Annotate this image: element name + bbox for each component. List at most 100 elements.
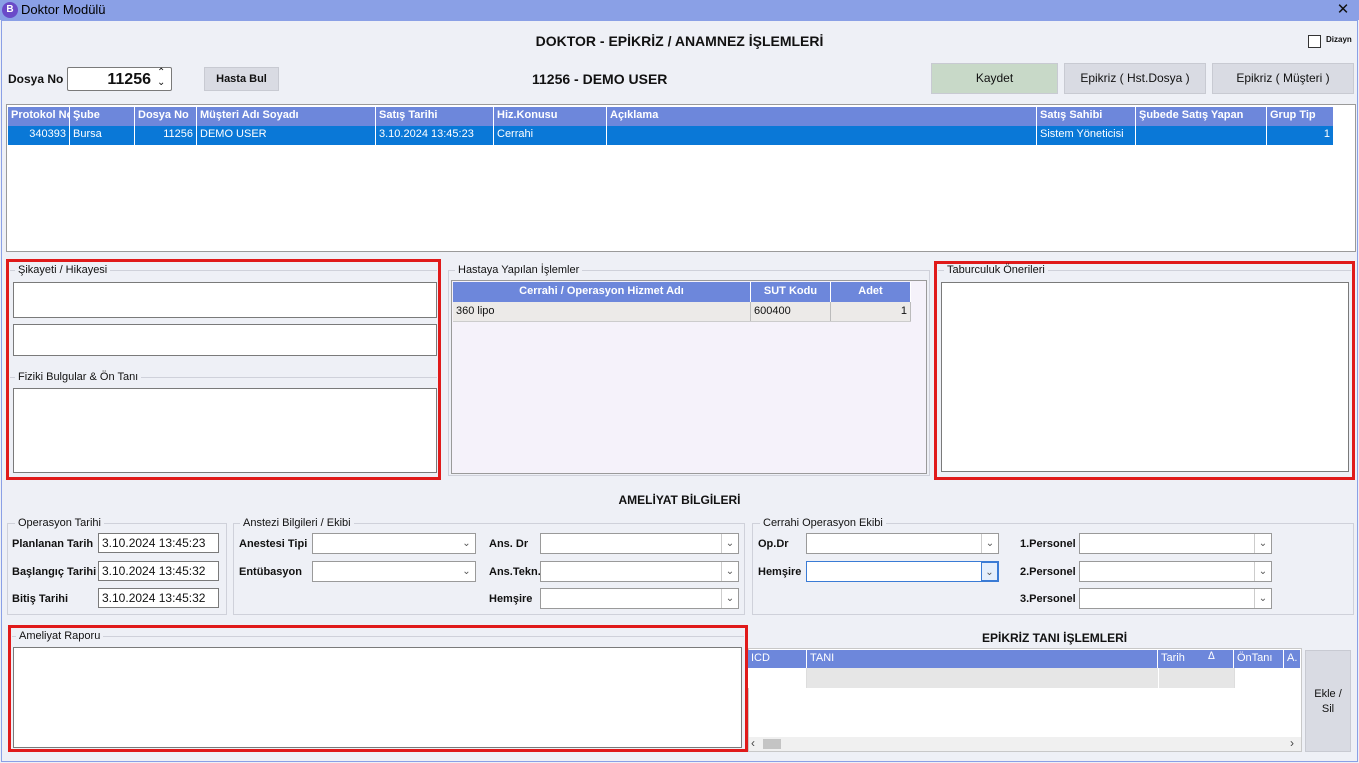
baslangic-input[interactable]: 3.10.2024 13:45:32	[98, 561, 219, 581]
table-row[interactable]: 340393 Bursa 11256 DEMO USER 3.10.2024 1…	[8, 126, 1334, 145]
col-protokol[interactable]: Protokol No	[8, 107, 70, 126]
cerrahi-ekip-title: Cerrahi Operasyon Ekibi	[760, 517, 886, 529]
sikayet-textbox-1[interactable]	[13, 282, 437, 318]
cell-dosya: 11256	[135, 126, 197, 145]
col-adet[interactable]: Adet	[831, 282, 911, 302]
col-hizmet-adi[interactable]: Cerrahi / Operasyon Hizmet Adı	[453, 282, 751, 302]
fiziki-title: Fiziki Bulgular & Ön Tanı	[15, 371, 142, 383]
chevron-down-icon: ⌄	[462, 566, 471, 577]
scroll-right-icon[interactable]: ›	[1290, 736, 1294, 750]
table-row[interactable]: 360 lipo 600400 1	[453, 302, 911, 322]
col-subede-satis[interactable]: Şubede Satış Yapan	[1136, 107, 1267, 126]
bitis-input[interactable]: 3.10.2024 13:45:32	[98, 588, 219, 608]
col-hiz-konusu[interactable]: Hiz.Konusu	[494, 107, 607, 126]
chevron-down-icon: ⌄	[721, 562, 738, 581]
op-tarihi-title: Operasyon Tarihi	[15, 517, 104, 529]
col-aciklama[interactable]: Açıklama	[607, 107, 1037, 126]
opdr-select[interactable]: ⌄	[806, 533, 999, 554]
chevron-down-icon: ⌄	[1254, 534, 1271, 553]
cerrahi-hemsire-label: Hemşire	[758, 566, 802, 578]
window-title: Doktor Modülü	[21, 2, 106, 17]
cell-aciklama	[607, 126, 1037, 145]
col-grup-tip[interactable]: Grup Tip	[1267, 107, 1334, 126]
scroll-left-icon[interactable]: ‹	[751, 736, 755, 750]
cell-musteri: DEMO USER	[197, 126, 376, 145]
chevron-down-icon: ⌄	[462, 538, 471, 549]
col-dosya[interactable]: Dosya No	[135, 107, 197, 126]
kaydet-button[interactable]: Kaydet	[931, 63, 1058, 94]
chevron-down-icon: ⌄	[1254, 589, 1271, 608]
dosya-no-label: Dosya No	[8, 72, 64, 86]
horizontal-scrollbar[interactable]	[749, 737, 1301, 751]
col-musteri[interactable]: Müşteri Adı Soyadı	[197, 107, 376, 126]
taburculuk-textbox[interactable]	[941, 282, 1349, 472]
cell-tani	[807, 668, 1158, 688]
ameliyat-title: AMELİYAT BİLGİLERİ	[618, 493, 741, 507]
chevron-down-icon: ⌄	[981, 534, 998, 553]
dizayn-label: Dizayn	[1326, 35, 1352, 44]
cerrahi-hemsire-select[interactable]: ⌄	[806, 561, 999, 582]
rapor-title: Ameliyat Raporu	[16, 630, 104, 642]
anestezi-tipi-select[interactable]: ⌄	[312, 533, 476, 554]
ans-hemsire-label: Hemşire	[489, 593, 533, 605]
col-tani[interactable]: TANI	[807, 650, 1158, 668]
title-bar	[0, 0, 1359, 20]
col-icd[interactable]: ICD	[748, 650, 807, 668]
ans-tekn-label: Ans.Tekn.	[489, 566, 541, 578]
personel1-select[interactable]: ⌄	[1079, 533, 1272, 554]
anestezi-tipi-label: Anestesi Tipi	[239, 538, 308, 550]
opdr-label: Op.Dr	[758, 538, 789, 550]
col-sut-kodu[interactable]: SUT Kodu	[751, 282, 831, 302]
col-ontani[interactable]: ÖnTanı	[1234, 650, 1284, 668]
epikriz-musteri-button[interactable]: Epikriz ( Müşteri )	[1212, 63, 1354, 94]
personel3-select[interactable]: ⌄	[1079, 588, 1272, 609]
epikriz-hst-dosya-button[interactable]: Epikriz ( Hst.Dosya )	[1064, 63, 1206, 94]
tani-title: EPİKRİZ TANI İŞLEMLERİ	[982, 631, 1128, 645]
cell-tarih	[1158, 668, 1234, 688]
cell-grup-tip: 1	[1267, 126, 1334, 145]
col-satis-tarihi[interactable]: Satış Tarihi	[376, 107, 494, 126]
scroll-thumb[interactable]	[763, 739, 781, 749]
personel1-label: 1.Personel	[1020, 538, 1076, 550]
ekle-sil-button[interactable]: Ekle / Sil	[1305, 650, 1351, 752]
dizayn-checkbox[interactable]	[1308, 35, 1321, 48]
ans-hemsire-select[interactable]: ⌄	[540, 588, 739, 609]
cell-adet: 1	[831, 302, 911, 321]
cell-sube: Bursa	[70, 126, 135, 145]
planlanan-label: Planlanan Tarih	[12, 538, 94, 550]
app-icon: B	[2, 2, 18, 18]
rapor-textbox[interactable]	[13, 647, 742, 748]
entubasyon-select[interactable]: ⌄	[312, 561, 476, 582]
hasta-bul-button[interactable]: Hasta Bul	[204, 67, 279, 91]
col-sube[interactable]: Şube	[70, 107, 135, 126]
planlanan-input[interactable]: 3.10.2024 13:45:23	[98, 533, 219, 553]
col-satis-sahibi[interactable]: Satış Sahibi	[1037, 107, 1136, 126]
taburculuk-title: Taburculuk Önerileri	[944, 264, 1048, 276]
divider	[12, 636, 744, 637]
spinner-icon[interactable]: ⌃ ⌄	[157, 68, 165, 88]
cell-hiz-konusu: Cerrahi	[494, 126, 607, 145]
cell-ontani	[1234, 668, 1284, 688]
page-title: DOKTOR - EPİKRİZ / ANAMNEZ İŞLEMLERİ	[535, 33, 824, 49]
ans-tekn-select[interactable]: ⌄	[540, 561, 739, 582]
chevron-down-icon: ⌄	[981, 562, 998, 581]
anestezi-title: Anstezi Bilgileri / Ekibi	[240, 517, 354, 529]
col-a[interactable]: A.	[1284, 650, 1301, 668]
bitis-label: Bitiş Tarihi	[12, 593, 69, 605]
table-row[interactable]	[748, 668, 1284, 688]
fiziki-textbox[interactable]	[13, 388, 437, 473]
chevron-down-icon: ⌄	[721, 589, 738, 608]
cell-hizmet: 360 lipo	[453, 302, 751, 321]
personel2-select[interactable]: ⌄	[1079, 561, 1272, 582]
cell-satis-sahibi: Sistem Yöneticisi	[1037, 126, 1136, 145]
chevron-down-icon: ⌄	[721, 534, 738, 553]
sikayet-title: Şikayeti / Hikayesi	[15, 264, 111, 276]
sikayet-textbox-2[interactable]	[13, 324, 437, 356]
close-icon[interactable]: ✕	[1328, 0, 1358, 20]
cell-icd	[748, 668, 807, 688]
ans-dr-select[interactable]: ⌄	[540, 533, 739, 554]
col-tarih[interactable]: Tarih	[1158, 650, 1234, 668]
ans-dr-label: Ans. Dr	[489, 538, 529, 550]
baslangic-label: Başlangıç Tarihi	[12, 566, 97, 578]
cell-protokol: 340393	[8, 126, 70, 145]
